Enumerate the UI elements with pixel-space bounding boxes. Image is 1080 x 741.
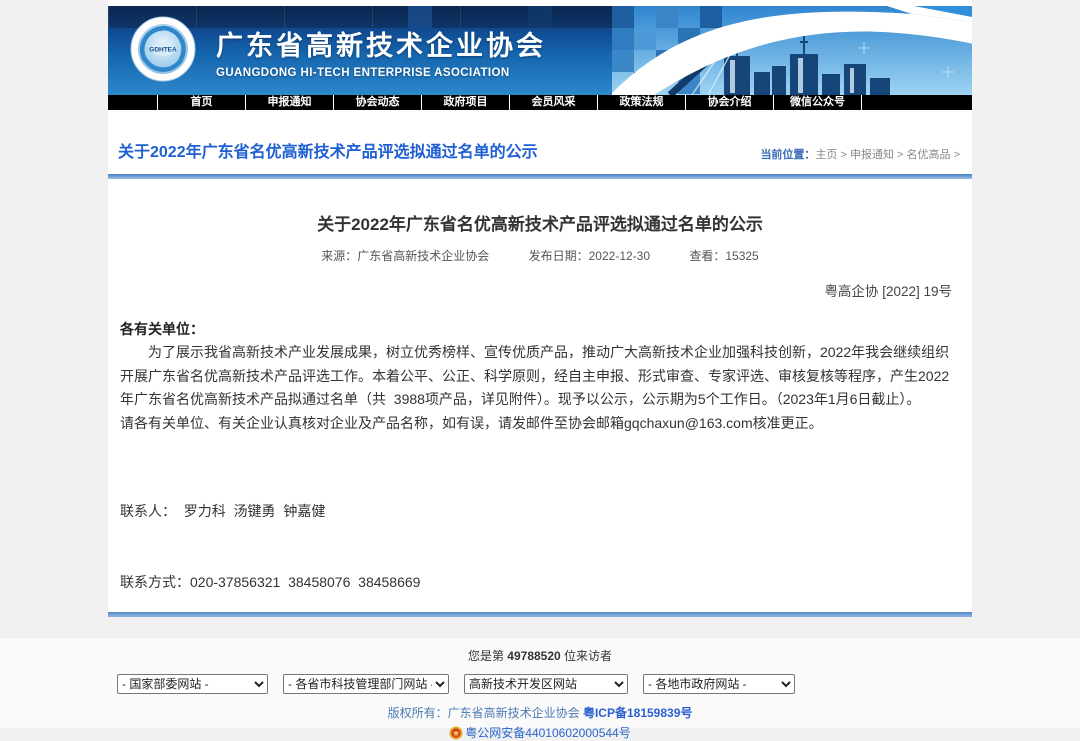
nav-item-home[interactable]: 首页 [157,95,245,110]
security-record-link[interactable]: 粤公网安备44010602000544号 [465,726,630,740]
article: 关于2022年广东省名优高新技术产品评选拟通过名单的公示 来源：广东省高新技术企… [108,213,972,612]
page-title-row: 关于2022年广东省名优高新技术产品评选拟通过名单的公示 当前位置：主页 > 申… [108,110,972,174]
article-views: 查看：15325 [689,249,758,263]
breadcrumb-label: 当前位置： [760,149,815,161]
article-paragraph-2: 请各有关单位、有关企业认真核对企业及产品名称，如有误，请发邮件至协会邮箱gqch… [120,412,960,436]
copyright-line: 版权所有：广东省高新技术企业协会 粤ICP备18159839号 [108,704,972,721]
article-source: 来源：广东省高新技术企业协会 [321,249,489,263]
site-title-en: GUANGDONG HI-TECH ENTERPRISE ASOCIATION [216,67,546,79]
article-paragraph-1: 为了展示我省高新技术产业发展成果，树立优秀榜样、宣传优质产品，推动广大高新技术企… [120,341,960,412]
page-title: 关于2022年广东省名优高新技术产品评选拟通过名单的公示 [118,138,538,162]
security-record-line: 粤公网安备44010602000544号 [108,724,972,741]
nav-item-member-showcase[interactable]: 会员风采 [509,95,597,110]
title-divider [108,174,972,179]
breadcrumb: 当前位置：主页 > 申报通知 > 名优高品 > [760,146,960,162]
nav-blank-tail [861,95,972,110]
copyright-text: 版权所有：广东省高新技术企业协会 [388,706,583,720]
nav-item-policies-regulations[interactable]: 政策法规 [597,95,685,110]
nav-item-about-association[interactable]: 协会介绍 [685,95,773,110]
main-content: GDHTEA 广东省高新技术企业协会 GUANGDONG HI-TECH ENT… [108,0,972,612]
main-nav: 首页 申报通知 协会动态 政府项目 会员风采 政策法规 协会介绍 微信公众号 [108,95,972,110]
contact-block: 联系人： 罗力科 汤键勇 钟嘉健 联系方式：020-37856321 38458… [120,453,960,612]
icp-record-link[interactable]: 粤ICP备18159839号 [583,706,692,720]
article-publish-date: 发布日期：2022-12-30 [529,249,650,263]
site-title-cn: 广东省高新技术企业协会 [216,24,546,63]
nav-item-wechat-account[interactable]: 微信公众号 [773,95,861,110]
footer: 您是第 49788520 位来访者 - 国家部委网站 - - 各省市科技管理部门… [0,638,1080,728]
select-provincial-tech-departments[interactable]: - 各省市科技管理部门网站 - [283,674,449,694]
salutation: 各有关单位： [120,318,960,342]
header-cityscape [612,6,972,95]
visitor-count: 49788520 [507,649,560,663]
select-hightech-zones[interactable]: 高新技术开发区网站 [464,674,628,694]
site-header: GDHTEA 广东省高新技术企业协会 GUANGDONG HI-TECH ENT… [108,6,972,95]
svg-text:GDHTEA: GDHTEA [149,47,177,54]
nav-item-association-news[interactable]: 协会动态 [333,95,421,110]
nav-item-application-notice[interactable]: 申报通知 [245,95,333,110]
page: GDHTEA 广东省高新技术企业协会 GUANGDONG HI-TECH ENT… [0,0,1080,728]
select-national-ministries[interactable]: - 国家部委网站 - [117,674,268,694]
contact-info: 联系方式：020-37856321 38458076 38458669 [120,571,960,595]
nav-item-government-projects[interactable]: 政府项目 [421,95,509,110]
document-number: 粤高企协 [2022] 19号 [120,280,952,304]
nav-blank-lead [108,95,157,110]
select-city-governments[interactable]: - 各地市政府网站 - [643,674,795,694]
contact-person: 联系人： 罗力科 汤键勇 钟嘉健 [120,500,960,524]
visitor-counter: 您是第 49788520 位来访者 [108,647,972,664]
content-bottom-bar [108,612,972,617]
article-title: 关于2022年广东省名优高新技术产品评选拟通过名单的公示 [120,213,960,237]
breadcrumb-path[interactable]: 主页 > 申报通知 > 名优高品 > [815,149,960,161]
site-title-block: 广东省高新技术企业协会 GUANGDONG HI-TECH ENTERPRISE… [216,24,546,79]
article-meta: 来源：广东省高新技术企业协会 发布日期：2022-12-30 查看：15325 [120,245,960,269]
association-logo-icon: GDHTEA [130,16,196,82]
security-badge-icon [449,726,463,740]
friend-links-row: - 国家部委网站 - - 各省市科技管理部门网站 - 高新技术开发区网站 - 各… [117,674,972,694]
